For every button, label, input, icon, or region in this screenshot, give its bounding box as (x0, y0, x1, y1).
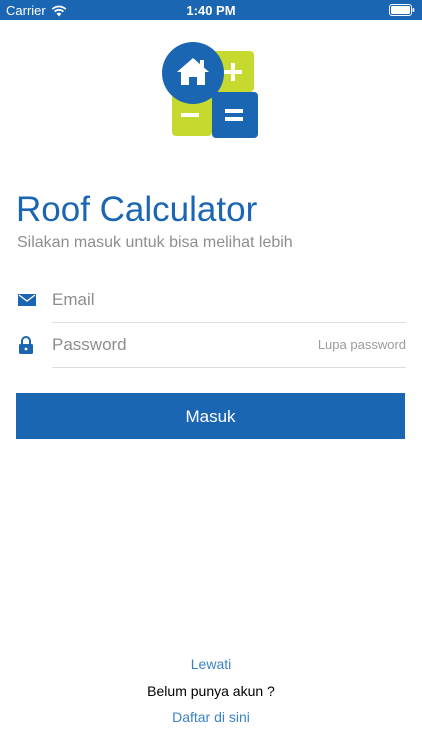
password-input[interactable] (52, 332, 302, 358)
no-account-text: Belum punya akun ? (147, 683, 275, 699)
status-time: 1:40 PM (186, 3, 236, 18)
email-input[interactable] (52, 287, 402, 313)
battery-icon (389, 4, 415, 16)
skip-link[interactable]: Lewati (0, 656, 422, 672)
roof-calculator-logo (162, 42, 258, 138)
app-title: Roof Calculator (16, 190, 258, 229)
lock-icon (19, 336, 33, 354)
status-bar: Carrier 1:40 PM (0, 0, 422, 20)
register-link[interactable]: Daftar di sini (0, 709, 422, 725)
login-button[interactable]: Masuk (16, 393, 405, 439)
envelope-icon (18, 294, 36, 306)
forgot-password-link[interactable]: Lupa password (318, 337, 406, 352)
email-divider (52, 322, 406, 323)
password-divider (52, 367, 406, 368)
app-subtitle: Silakan masuk untuk bisa melihat lebih (17, 234, 293, 251)
